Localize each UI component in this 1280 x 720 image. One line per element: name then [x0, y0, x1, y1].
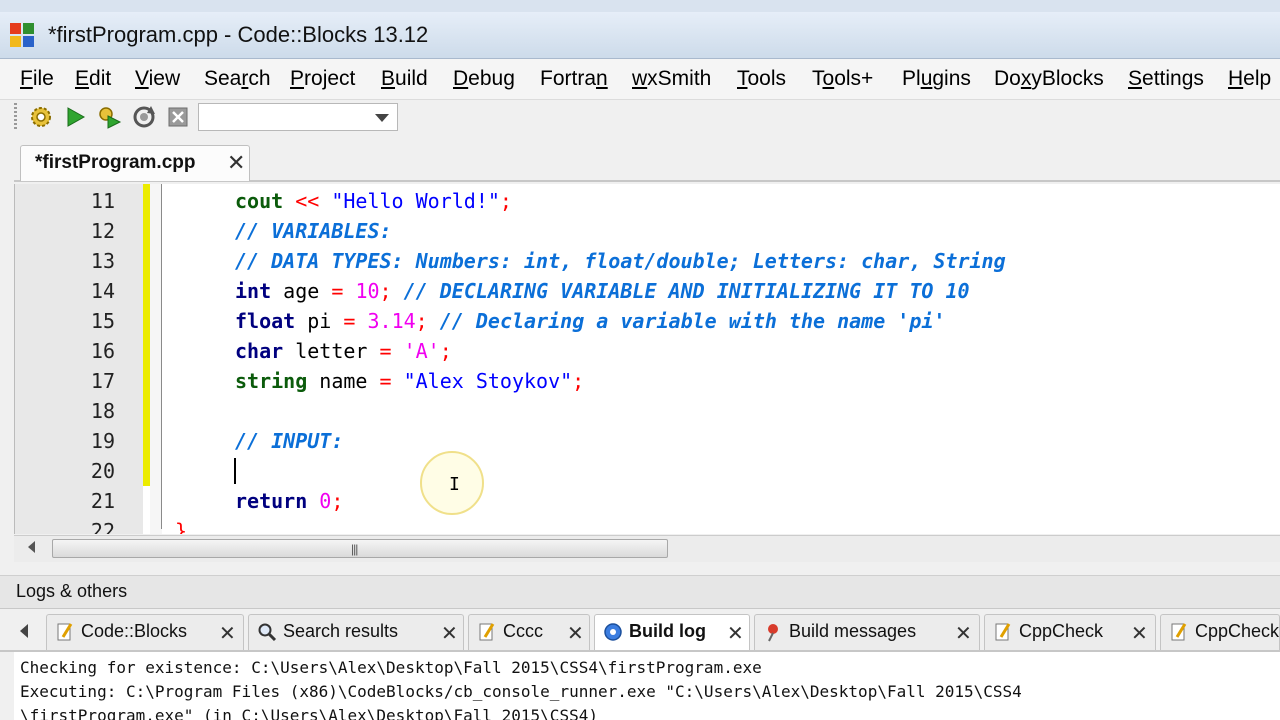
fold-line — [161, 184, 162, 529]
tab-search-results[interactable]: Search results ✕ — [248, 614, 464, 650]
menu-doxyblocks[interactable]: DoxyBlocks — [994, 67, 1104, 91]
menu-build[interactable]: Build — [381, 67, 428, 91]
menu-bar: File Edit View Search Project Build Debu… — [0, 59, 1280, 100]
pencil-icon — [995, 623, 1011, 641]
menu-fortran[interactable]: Fortran — [540, 67, 608, 91]
tab-label: CppCheck — [1019, 621, 1104, 641]
build-gear-icon[interactable] — [28, 104, 54, 130]
text-caret — [234, 458, 236, 484]
line-number: 18 — [90, 399, 115, 423]
abort-icon[interactable] — [165, 104, 191, 130]
tab-label: Cccc — [503, 621, 543, 641]
line-number: 11 — [90, 189, 115, 213]
close-icon[interactable]: ✕ — [727, 621, 744, 646]
log-line: Executing: C:\Program Files (x86)\CodeBl… — [20, 682, 1022, 701]
code-line: // INPUT: — [235, 429, 344, 453]
ibeam-cursor-icon: I — [449, 474, 460, 495]
scroll-grip: ||| — [351, 542, 358, 556]
tab-label: Code::Blocks — [81, 621, 188, 641]
run-icon[interactable] — [62, 104, 88, 130]
pane-splitter[interactable] — [0, 563, 1280, 576]
close-icon[interactable]: ✕ — [1131, 621, 1148, 646]
logs-panel-header: Logs & others — [0, 576, 1280, 609]
pencil-icon — [1171, 623, 1187, 641]
build-target-combo[interactable] — [198, 103, 398, 131]
code-line: float pi = 3.14; // Declaring a variable… — [235, 309, 946, 333]
menu-tools[interactable]: Tools — [737, 67, 786, 91]
rebuild-icon[interactable] — [131, 104, 157, 130]
tab-firstprogram-cpp[interactable]: *firstProgram.cpp ✕ — [20, 145, 250, 181]
codeblocks-app-icon — [10, 23, 34, 47]
code-line: int age = 10; // DECLARING VARIABLE AND … — [235, 279, 970, 303]
tab-label: *firstProgram.cpp — [35, 152, 196, 173]
tab-scroll-left-icon[interactable] — [20, 624, 28, 638]
line-number: 22 — [90, 519, 115, 534]
menu-project[interactable]: Project — [290, 67, 355, 91]
line-number: 20 — [90, 459, 115, 483]
pushpin-icon — [768, 624, 778, 642]
menu-edit[interactable]: Edit — [75, 67, 111, 91]
tab-label: Build log — [629, 621, 706, 641]
build-toolbar — [0, 100, 1280, 136]
code-line: } — [175, 519, 188, 534]
line-number: 14 — [90, 279, 115, 303]
pencil-icon — [57, 623, 73, 641]
code-line: // VARIABLES: — [235, 219, 392, 243]
gear-icon — [604, 623, 622, 641]
line-number: 19 — [90, 429, 115, 453]
window-title: *firstProgram.cpp - Code::Blocks 13.12 — [48, 22, 429, 47]
tab-cppcheck-messages[interactable]: CppCheck — [1160, 614, 1280, 650]
line-number: 15 — [90, 309, 115, 333]
build-log-output[interactable]: Checking for existence: C:\Users\Alex\De… — [14, 652, 1280, 720]
logs-panel-title: Logs & others — [16, 581, 128, 601]
menu-debug[interactable]: Debug — [453, 67, 515, 91]
tab-build-log[interactable]: Build log ✕ — [594, 614, 750, 650]
tab-codeblocks-log[interactable]: Code::Blocks ✕ — [46, 614, 244, 650]
log-line: Checking for existence: C:\Users\Alex\De… — [20, 658, 762, 677]
menu-help[interactable]: Help — [1228, 67, 1271, 91]
menu-settings[interactable]: Settings — [1128, 67, 1204, 91]
menu-wxsmith[interactable]: wxSmith — [632, 67, 711, 91]
menu-search[interactable]: Search — [204, 67, 271, 91]
code-line: char letter = 'A'; — [235, 339, 452, 363]
log-line: \firstProgram.exe" (in C:\Users\Alex\Des… — [20, 706, 598, 720]
tab-cccc[interactable]: Cccc ✕ — [468, 614, 590, 650]
tab-label: Build messages — [789, 621, 917, 641]
menu-tools-plus[interactable]: Tools+ — [812, 67, 873, 91]
line-number: 12 — [90, 219, 115, 243]
search-icon — [258, 623, 277, 642]
tab-cppcheck[interactable]: CppCheck ✕ — [984, 614, 1156, 650]
pencil-icon — [479, 623, 495, 641]
changed-lines-marker — [143, 184, 150, 486]
toolbar-grip[interactable] — [14, 103, 17, 131]
line-number: 21 — [90, 489, 115, 513]
close-icon[interactable]: ✕ — [441, 621, 458, 646]
line-number-gutter: 11 12 13 14 15 16 17 18 19 20 21 22 — [15, 184, 143, 534]
code-line: return 0; — [235, 489, 344, 513]
line-number: 16 — [90, 339, 115, 363]
tab-label: Search results — [283, 621, 399, 641]
scrollbar-thumb[interactable]: ||| — [52, 539, 668, 558]
scroll-left-arrow-icon[interactable] — [28, 541, 35, 553]
chevron-down-icon[interactable] — [375, 114, 389, 122]
menu-plugins[interactable]: Plugins — [902, 67, 971, 91]
tab-label: CppCheck — [1195, 621, 1280, 641]
menu-view[interactable]: View — [135, 67, 180, 91]
title-bar: *firstProgram.cpp - Code::Blocks 13.12 — [0, 12, 1280, 59]
line-number: 13 — [90, 249, 115, 273]
close-icon[interactable]: ✕ — [227, 152, 245, 174]
close-icon[interactable]: ✕ — [219, 621, 236, 646]
close-icon[interactable]: ✕ — [567, 621, 584, 646]
close-icon[interactable]: ✕ — [955, 621, 972, 646]
horizontal-scrollbar[interactable]: ||| — [14, 535, 1280, 562]
line-number: 17 — [90, 369, 115, 393]
code-editor[interactable]: 11 12 13 14 15 16 17 18 19 20 21 22 cout… — [14, 184, 1280, 534]
code-line: cout << "Hello World!"; — [235, 189, 512, 213]
build-and-run-icon[interactable] — [96, 104, 122, 130]
code-line: string name = "Alex Stoykov"; — [235, 369, 585, 393]
menu-file[interactable]: File — [20, 67, 54, 91]
code-line: // DATA TYPES: Numbers: int, float/doubl… — [235, 249, 1006, 273]
tab-build-messages[interactable]: Build messages ✕ — [754, 614, 980, 650]
